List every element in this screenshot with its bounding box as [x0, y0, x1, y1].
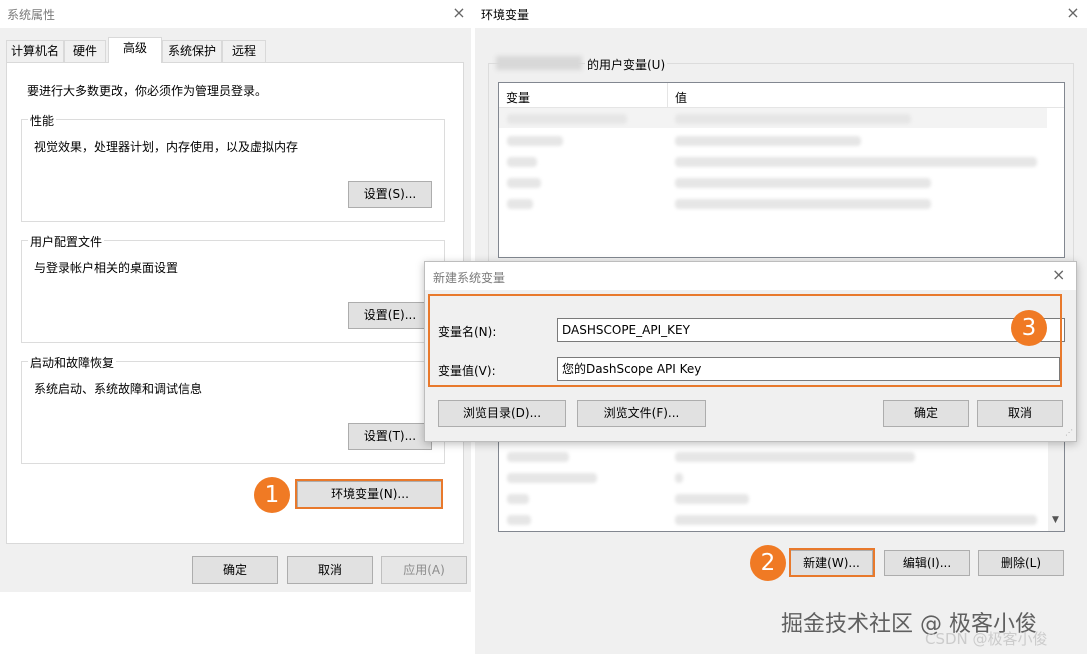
startup-recovery-group: 启动和故障恢复 系统启动、系统故障和调试信息 设置(T)...	[21, 354, 445, 464]
admin-note: 要进行大多数更改，你必须作为管理员登录。	[27, 84, 268, 98]
col-variable[interactable]: 变量	[506, 89, 530, 106]
blurred-cell	[675, 515, 1037, 525]
blurred-cell	[507, 136, 563, 146]
performance-group: 性能 视觉效果，处理器计划，内存使用，以及虚拟内存 设置(S)...	[21, 112, 445, 222]
tab-computer-name[interactable]: 计算机名	[6, 40, 64, 62]
blurred-cell	[675, 114, 911, 124]
edit-variable-button[interactable]: 编辑(I)...	[884, 550, 970, 576]
performance-settings-button[interactable]: 设置(S)...	[348, 181, 432, 208]
blurred-cell	[675, 452, 915, 462]
step-badge-1: 1	[254, 477, 290, 513]
env-title-bar: 环境变量 ×	[475, 0, 1087, 28]
step-badge-2: 2	[750, 545, 786, 581]
startup-recovery-label: 启动和故障恢复	[28, 354, 117, 371]
col-divider	[667, 83, 668, 107]
browse-file-button[interactable]: 浏览文件(F)...	[577, 400, 706, 427]
dialog-title: 新建系统变量	[433, 271, 506, 285]
blurred-cell	[675, 157, 1037, 167]
env-window-title: 环境变量	[481, 8, 530, 22]
dialog-title-bar: 新建系统变量 ×	[425, 262, 1076, 290]
performance-desc: 视觉效果，处理器计划，内存使用，以及虚拟内存	[34, 140, 299, 154]
blurred-cell	[507, 452, 569, 462]
cancel-button[interactable]: 取消	[287, 556, 373, 584]
tab-advanced[interactable]: 高级	[108, 37, 162, 63]
env-button-highlight	[295, 479, 443, 509]
resize-grip-icon[interactable]: ⋰	[1065, 428, 1073, 437]
col-value[interactable]: 值	[675, 89, 687, 106]
performance-label: 性能	[28, 112, 57, 129]
blurred-username	[496, 56, 582, 70]
blurred-cell	[507, 473, 597, 483]
blurred-cell	[675, 473, 683, 483]
close-icon[interactable]: ×	[447, 2, 471, 24]
startup-recovery-desc: 系统启动、系统故障和调试信息	[34, 382, 203, 396]
blurred-cell	[675, 178, 931, 188]
user-vars-label: 的用户变量(U)	[585, 56, 668, 73]
user-profile-settings-button[interactable]: 设置(E)...	[348, 302, 432, 329]
blurred-cell	[507, 178, 541, 188]
blurred-cell	[507, 157, 537, 167]
browse-directory-button[interactable]: 浏览目录(D)...	[438, 400, 566, 427]
startup-recovery-settings-button[interactable]: 设置(T)...	[348, 423, 432, 450]
blurred-cell	[675, 494, 749, 504]
tab-system-protection[interactable]: 系统保护	[162, 40, 222, 62]
user-profile-label: 用户配置文件	[28, 233, 105, 250]
tab-hardware[interactable]: 硬件	[64, 40, 106, 62]
user-profile-desc: 与登录帐户相关的桌面设置	[34, 261, 179, 275]
delete-variable-button[interactable]: 删除(L)	[978, 550, 1064, 576]
blurred-cell	[675, 199, 931, 209]
blurred-cell	[507, 114, 627, 124]
apply-button[interactable]: 应用(A)	[381, 556, 467, 584]
new-button-highlight	[789, 548, 875, 577]
blurred-cell	[507, 515, 531, 525]
dialog-cancel-button[interactable]: 取消	[977, 400, 1063, 427]
list-header: 变量 值	[499, 83, 1064, 108]
ok-button[interactable]: 确定	[192, 556, 278, 584]
blurred-cell	[507, 494, 529, 504]
tab-panel: 要进行大多数更改，你必须作为管理员登录。 性能 视觉效果，处理器计划，内存使用，…	[6, 62, 464, 544]
watermark-sub: CSDN @极客小俊	[925, 630, 1048, 648]
variable-fields-highlight	[428, 294, 1062, 387]
window-title: 系统属性	[7, 8, 56, 22]
step-badge-3: 3	[1011, 310, 1047, 346]
user-profile-group: 用户配置文件 与登录帐户相关的桌面设置 设置(E)...	[21, 233, 445, 343]
tab-remote[interactable]: 远程	[222, 40, 266, 62]
env-close-icon[interactable]: ×	[1061, 2, 1085, 24]
dialog-close-icon[interactable]: ×	[1052, 265, 1065, 284]
scroll-down-icon[interactable]: ▼	[1052, 515, 1059, 525]
title-bar: 系统属性 ×	[0, 0, 471, 28]
blurred-cell	[675, 136, 861, 146]
blurred-cell	[507, 199, 533, 209]
dialog-ok-button[interactable]: 确定	[883, 400, 969, 427]
user-vars-list[interactable]: 变量 值	[498, 82, 1065, 258]
